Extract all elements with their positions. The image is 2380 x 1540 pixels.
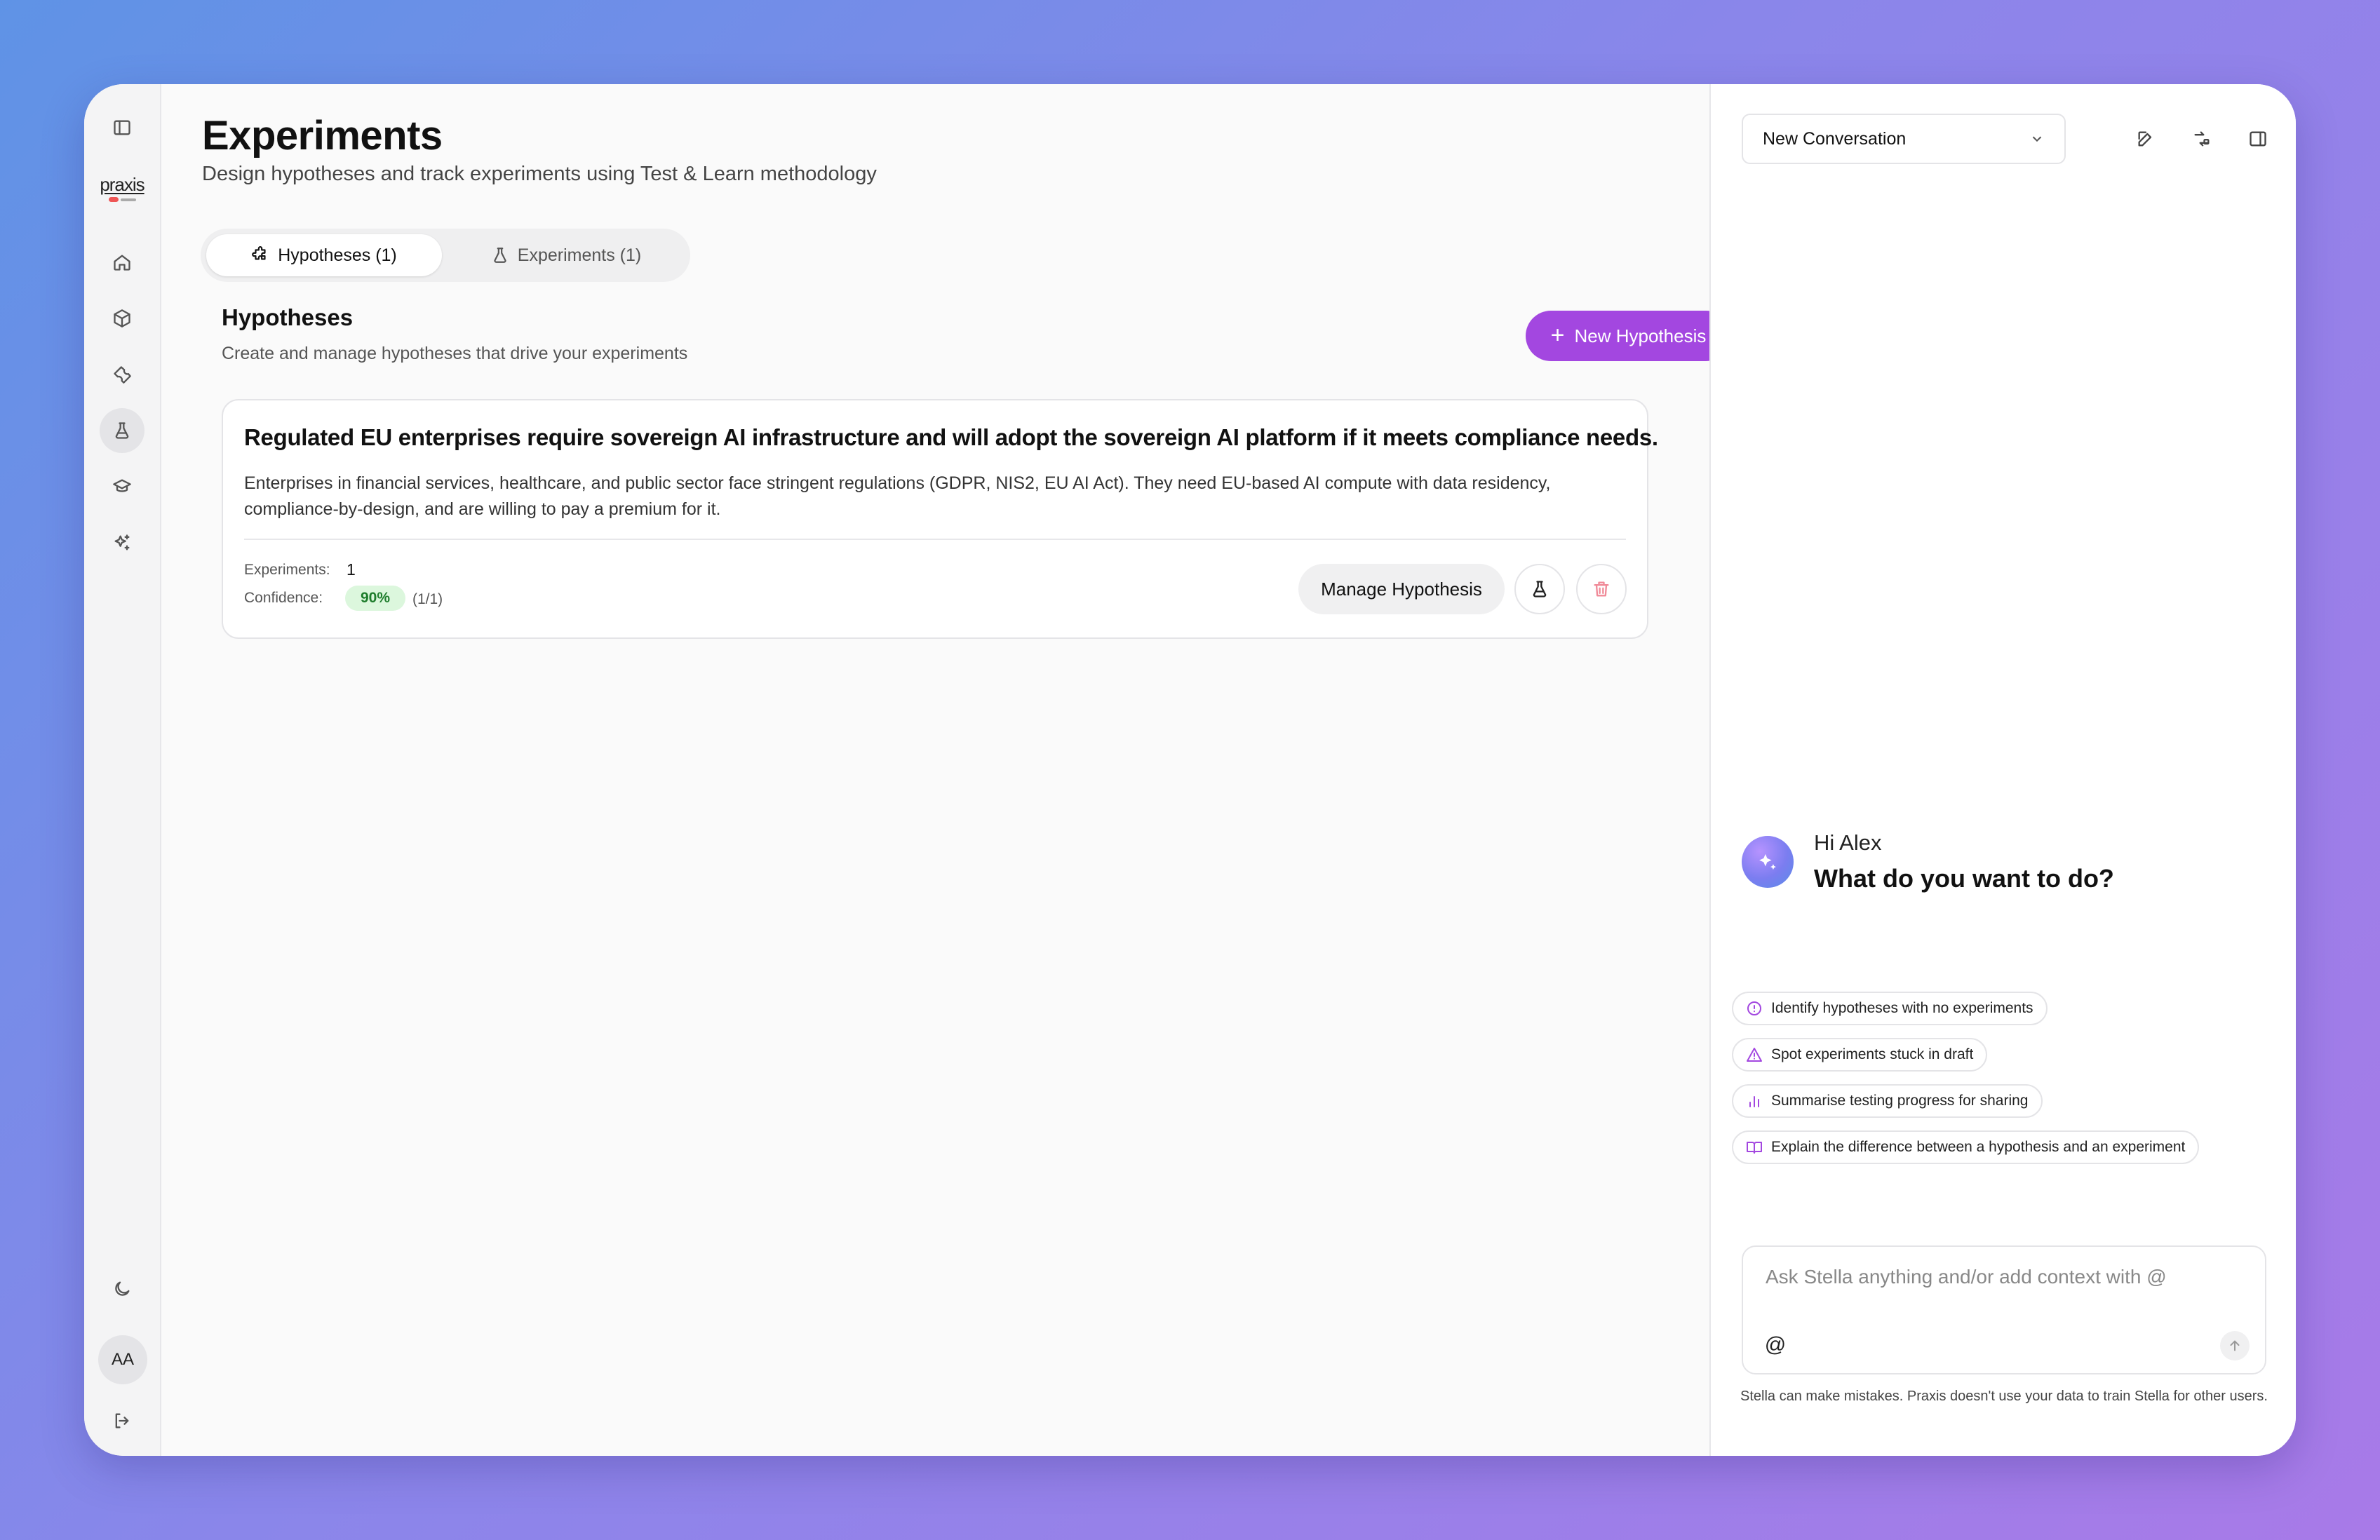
home-icon <box>114 255 130 271</box>
assistant-panel: New Conversation Hi Alex What do you wan… <box>1709 84 2296 1456</box>
suggestion-chip[interactable]: Spot experiments stuck in draft <box>1732 1038 1988 1072</box>
logout-button[interactable] <box>100 1398 144 1443</box>
sparkles-icon <box>1759 853 1776 870</box>
send-button[interactable] <box>2220 1331 2250 1360</box>
conversation-select-value: New Conversation <box>1763 128 1907 149</box>
mention-button[interactable]: @ <box>1760 1330 1791 1360</box>
praxis-logo: praxis <box>94 174 150 202</box>
bar-chart-icon <box>1749 1096 1759 1107</box>
ai-disclaimer: Stella can make mistakes. Praxis doesn't… <box>1740 1389 2268 1404</box>
tab-hypotheses-label: Hypotheses (1) <box>278 245 397 265</box>
greeting: Hi Alex <box>1814 830 1882 855</box>
page-subtitle: Design hypotheses and track experiments … <box>202 163 877 185</box>
graduation-cap-icon <box>113 479 131 492</box>
experiments-count-value: 1 <box>347 560 356 579</box>
stella-avatar <box>1742 836 1794 888</box>
edit-icon <box>2138 131 2152 147</box>
suggestion-chip[interactable]: Summarise testing progress for sharing <box>1732 1084 2043 1118</box>
suggestion-chip[interactable]: Identify hypotheses with no experiments <box>1732 992 2048 1025</box>
theme-toggle-button[interactable] <box>100 1267 144 1311</box>
flask-icon <box>1533 581 1547 597</box>
section-title: Hypotheses <box>222 304 354 330</box>
main-content: Experiments Design hypotheses and track … <box>161 84 1731 1456</box>
view-tabs: Hypotheses (1) Experiments (1) <box>201 229 690 282</box>
suggestion-label: Summarise testing progress for sharing <box>1771 1093 2029 1109</box>
trash-icon <box>1594 581 1609 597</box>
add-experiment-button[interactable] <box>1514 564 1565 614</box>
arrow-up-icon <box>2230 1340 2240 1351</box>
assistant-prompt: What do you want to do? <box>1814 864 2114 893</box>
logout-icon <box>115 1413 129 1428</box>
experiments-count-label: Experiments: <box>244 562 330 578</box>
new-chat-button[interactable] <box>2130 123 2161 154</box>
page-title: Experiments <box>202 113 443 158</box>
app-window: praxis AA Experiments Design hypotheses … <box>84 84 2296 1456</box>
suggestion-label: Identify hypotheses with no experiments <box>1771 1000 2033 1016</box>
hypothesis-title: Regulated EU enterprises require soverei… <box>244 424 1658 450</box>
delete-hypothesis-button[interactable] <box>1576 564 1627 614</box>
card-divider <box>244 539 1626 540</box>
flask-icon <box>494 248 506 263</box>
chat-composer: @ <box>1742 1245 2266 1374</box>
confidence-label: Confidence: <box>244 590 323 606</box>
alert-circle-icon <box>1747 1001 1761 1015</box>
hypothesis-card[interactable]: Regulated EU enterprises require soverei… <box>222 399 1658 639</box>
wrench-icon <box>114 366 131 384</box>
sidebar: praxis AA <box>84 84 161 1456</box>
arrows-swap-icon <box>2194 131 2210 147</box>
conversation-select[interactable]: New Conversation <box>1742 114 2066 164</box>
panel-right-icon <box>2250 131 2266 147</box>
manage-hypothesis-button[interactable]: Manage Hypothesis <box>1298 564 1505 614</box>
tab-hypotheses[interactable]: Hypotheses (1) <box>206 234 442 276</box>
toggle-sidebar-button[interactable] <box>100 105 144 150</box>
logo-subbrand <box>94 197 150 202</box>
section-subtitle: Create and manage hypotheses that drive … <box>222 344 688 363</box>
confidence-ratio: (1/1) <box>412 591 443 607</box>
new-hypothesis-label: New Hypothesis <box>1574 325 1707 346</box>
logo-wordmark: praxis <box>100 174 144 195</box>
new-hypothesis-button[interactable]: + New Hypothesis <box>1526 311 1731 361</box>
suggestion-label: Spot experiments stuck in draft <box>1771 1046 1974 1062</box>
puzzle-icon <box>252 246 266 260</box>
hypothesis-description: Enterprises in financial services, healt… <box>244 473 1551 519</box>
confidence-badge: 90% <box>345 586 405 611</box>
plus-icon: + <box>1550 321 1565 349</box>
chevron-down-icon <box>2032 136 2042 142</box>
switch-conversation-button[interactable] <box>2186 123 2217 154</box>
chat-input[interactable] <box>1764 1265 2244 1289</box>
book-open-icon <box>1747 1142 1762 1154</box>
tab-experiments[interactable]: Experiments (1) <box>448 234 685 276</box>
suggestion-chip[interactable]: Explain the difference between a hypothe… <box>1732 1130 2200 1164</box>
panel-left-icon <box>114 120 130 135</box>
moon-icon <box>115 1281 130 1296</box>
collapse-panel-button[interactable] <box>2243 123 2273 154</box>
nav-products[interactable] <box>100 296 144 341</box>
nav-learning[interactable] <box>100 464 144 509</box>
sparkles-icon <box>114 534 130 551</box>
nav-experiments[interactable] <box>100 408 144 453</box>
user-avatar[interactable]: AA <box>98 1335 147 1384</box>
tab-experiments-label: Experiments (1) <box>517 245 642 265</box>
warning-triangle-icon <box>1747 1048 1762 1062</box>
flask-icon <box>115 422 129 439</box>
nav-tools[interactable] <box>100 352 144 397</box>
nav-ai[interactable] <box>100 520 144 565</box>
box-icon <box>114 309 130 327</box>
nav-home[interactable] <box>100 240 144 285</box>
suggestion-label: Explain the difference between a hypothe… <box>1771 1139 2186 1155</box>
